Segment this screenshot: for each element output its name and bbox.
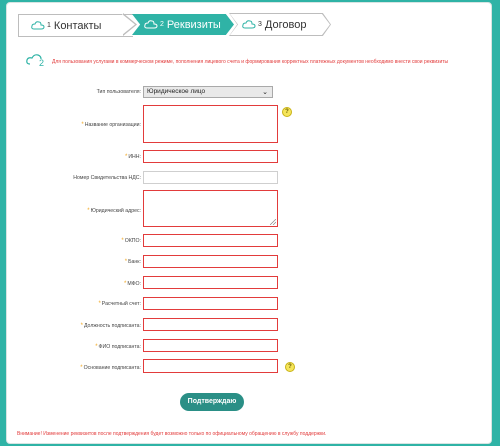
step-progress: 1 Контакты 2 Реквизиты 3 Договор [18,13,331,37]
cloud-icon: 2 [26,54,44,68]
org-name-label: *Название организации: [81,122,141,128]
step-requisites[interactable]: 2 Реквизиты [132,14,234,35]
step-contract[interactable]: 3 Договор [230,14,330,35]
inn-label: *ИНН: [124,154,141,160]
cloud-icon [31,21,45,30]
user-type-value: Юридическое лицо [147,88,206,95]
vat-cert-label: Номер Свидетельства НДС: [73,175,141,181]
user-type-select[interactable]: Юридическое лицо ⌄ [143,86,273,98]
legal-address-field[interactable] [143,190,278,227]
step-label: Контакты [53,19,102,32]
vat-cert-field[interactable] [143,171,278,184]
bank-label: *Банк: [124,259,141,265]
signer-basis-label: *Основание подписанта: [80,365,141,371]
notice-number: 2 [39,58,44,68]
step-number: 2 [160,21,164,28]
step-contacts[interactable]: 1 Контакты [18,14,133,37]
cloud-icon [144,20,158,29]
inn-field[interactable] [143,150,278,163]
step-number: 1 [47,22,51,29]
notice-text: Для пользования услугами в коммерческом … [52,59,449,65]
confirm-button[interactable]: Подтверждаю [180,393,244,411]
signer-position-label: *Должность подписанта: [80,323,141,329]
org-name-field[interactable] [143,105,278,143]
mfo-label: *МФО: [123,281,141,287]
signer-basis-field[interactable] [143,359,278,373]
okpo-label: *ОКПО: [121,238,141,244]
step-number: 3 [258,21,262,28]
account-field[interactable] [143,297,278,310]
signer-position-field[interactable] [143,318,278,331]
help-icon[interactable]: ? [285,362,295,372]
required-mark: * [81,122,84,128]
step-label: Договор [264,18,307,31]
okpo-field[interactable] [143,234,278,247]
legal-address-label: *Юридический адрес: [87,208,141,214]
cloud-icon [242,20,256,29]
mfo-field[interactable] [143,276,278,289]
help-icon[interactable]: ? [282,107,292,117]
bank-field[interactable] [143,255,278,268]
user-type-label: Тип пользователя: [96,89,141,95]
resize-handle-icon[interactable] [270,219,276,225]
step-label: Реквизиты [166,18,221,31]
chevron-down-icon: ⌄ [262,89,268,96]
signer-name-label: *ФИО подписанта: [95,344,141,350]
signer-name-field[interactable] [143,339,278,352]
warning-text: Внимание! Изменение реквизитов после под… [17,431,327,437]
account-label: *Расчетный счет: [98,301,141,307]
